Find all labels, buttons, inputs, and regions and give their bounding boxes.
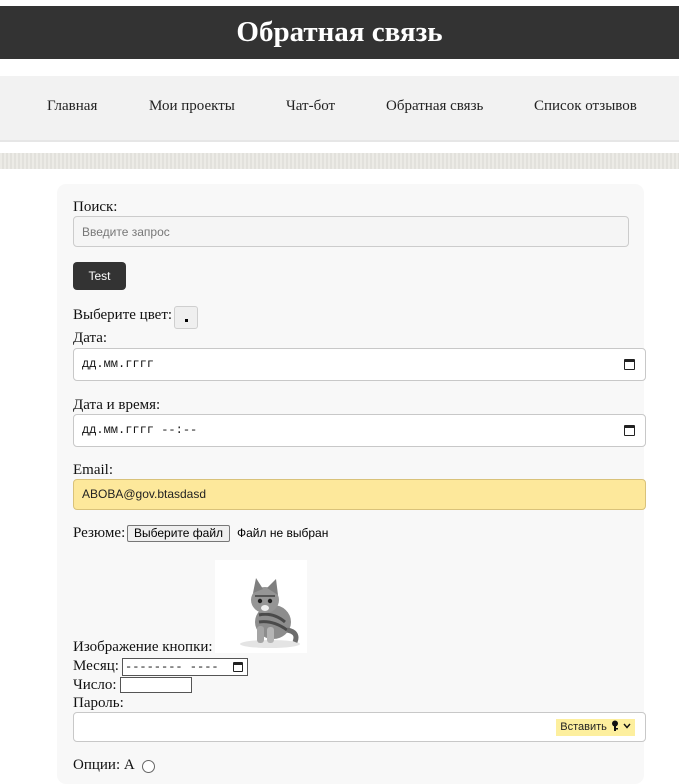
decorative-stripe: [0, 153, 679, 169]
color-picker[interactable]: [174, 306, 198, 329]
kitten-image-button[interactable]: [215, 560, 307, 653]
date-placeholder: дд.мм.гггг: [82, 357, 155, 371]
color-label: Выберите цвет:: [73, 307, 173, 323]
test-button[interactable]: Test: [73, 262, 126, 290]
paste-label: Вставить: [560, 721, 607, 733]
email-label: Email:: [73, 462, 113, 478]
nav-item-chatbot[interactable]: Чат-бот: [286, 98, 335, 115]
search-input[interactable]: [73, 216, 629, 247]
chevron-down-icon: [623, 723, 631, 729]
color-swatch: [185, 319, 188, 322]
search-label: Поиск:: [73, 199, 118, 215]
number-input[interactable]: [120, 677, 192, 693]
email-field[interactable]: ABOBA@gov.btasdasd: [73, 479, 646, 510]
date-label: Дата:: [73, 330, 108, 346]
month-placeholder: -------- ----: [125, 660, 219, 674]
image-button-label: Изображение кнопки:: [73, 639, 213, 655]
kitten-icon: [240, 578, 300, 648]
main-nav: Главная Мои проекты Чат-бот Обратная свя…: [0, 76, 679, 142]
nav-item-reviews[interactable]: Список отзывов: [534, 98, 637, 115]
number-label: Число:: [73, 677, 117, 693]
choose-file-button[interactable]: Выберите файл: [127, 525, 231, 542]
datetime-input[interactable]: дд.мм.гггг --:--: [73, 414, 646, 447]
password-label: Пароль:: [73, 695, 124, 711]
month-label: Месяц:: [73, 658, 119, 674]
page-title: Обратная связь: [236, 16, 443, 48]
nav-item-projects[interactable]: Мои проекты: [149, 98, 235, 115]
date-input[interactable]: дд.мм.гггг: [73, 348, 646, 381]
options-label: Опции: А: [73, 757, 135, 773]
resume-label: Резюме:: [73, 525, 126, 541]
datetime-placeholder: дд.мм.гггг --:--: [82, 423, 198, 437]
option-a-radio[interactable]: [142, 760, 155, 773]
nav-item-feedback[interactable]: Обратная связь: [386, 98, 483, 115]
file-status: Файл не выбран: [237, 526, 329, 540]
paste-button[interactable]: Вставить: [556, 719, 635, 736]
nav-item-home[interactable]: Главная: [47, 98, 97, 115]
calendar-icon[interactable]: [233, 662, 243, 672]
datetime-label: Дата и время:: [73, 397, 161, 413]
calendar-icon[interactable]: [624, 425, 635, 436]
page-header: Обратная связь: [0, 6, 679, 59]
calendar-icon[interactable]: [624, 359, 635, 370]
password-field[interactable]: Вставить: [73, 712, 646, 742]
month-input[interactable]: -------- ----: [122, 658, 248, 676]
key-icon: [611, 720, 618, 731]
